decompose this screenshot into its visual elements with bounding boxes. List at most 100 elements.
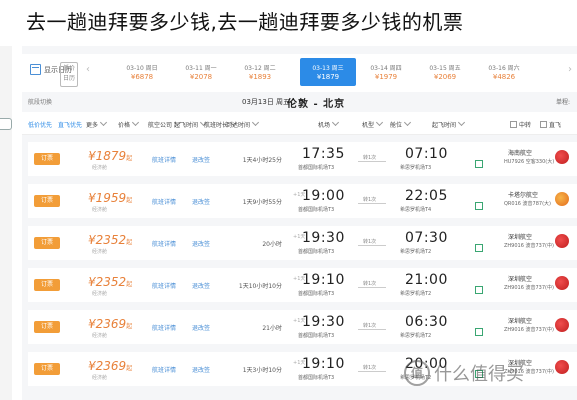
transfer-count: 转1次 — [363, 281, 377, 287]
price-value: ¥2352 — [88, 275, 127, 289]
flight-duration: 1天9小时55分 — [242, 199, 282, 206]
filter-link[interactable]: 直飞优先 — [58, 120, 82, 129]
filter-dropdown[interactable]: 到达时间 — [226, 118, 260, 129]
date-tab-price: ¥6878 — [130, 73, 154, 81]
price-value: ¥2369 — [88, 317, 127, 331]
chevron-down-icon — [99, 118, 108, 127]
seat-class: 经济舱 — [92, 291, 108, 297]
filter-dropdown[interactable]: 起飞时间 — [432, 118, 466, 129]
buy-button[interactable]: 订票 — [34, 321, 60, 333]
flight-detail-link[interactable]: 航班详情 — [152, 155, 176, 164]
airline-logo-icon — [555, 192, 569, 206]
transfer-count: 转1次 — [363, 323, 377, 329]
arrival-time: 19:00 — [302, 188, 345, 204]
arrival-time: 17:35 — [302, 146, 345, 162]
flight-row[interactable]: 订票 经济舱 航班详情 退改签 20小时 +1天 19:30 首都国际机场T3 转1次 07:30… — [28, 226, 577, 260]
filter-dropdown[interactable]: 机型 — [362, 118, 384, 129]
flight-detail-link[interactable]: 航班详情 — [152, 281, 176, 290]
flight-duration: 1天4小时25分 — [242, 157, 282, 164]
buy-button[interactable]: 订票 — [34, 279, 60, 291]
date-tab-price: ¥2078 — [189, 73, 213, 81]
arrival-airport: 首都国际机场T3 — [298, 333, 335, 339]
date-tab[interactable]: 03-16 周六 ¥4826 — [476, 58, 532, 86]
filter-dropdown[interactable]: 更多 — [86, 118, 108, 129]
buy-button[interactable]: 订票 — [34, 153, 60, 165]
checkbox-icon[interactable] — [540, 121, 547, 128]
flight-price: ¥2369起 — [88, 359, 132, 373]
side-tab-icon[interactable] — [0, 118, 12, 130]
refund-policy-link[interactable]: 退改签 — [192, 155, 210, 164]
share-flight-icon — [475, 202, 483, 210]
date-tab[interactable]: 03-14 周四 ¥1979 — [358, 58, 414, 86]
date-tab-price: ¥1879 — [316, 73, 340, 81]
article-title-bar: 去一趟迪拜要多少钱,去一趟迪拜要多少钱的机票 — [0, 0, 577, 46]
trip-type-label: 单程: — [556, 99, 571, 106]
arrival-airport: 首都国际机场T3 — [298, 375, 335, 381]
filter-label: 起飞时间 — [432, 122, 457, 129]
filter-label: 直飞优先 — [58, 122, 83, 129]
next-dates-arrow-icon[interactable]: › — [568, 64, 572, 75]
low-price-calendar-button[interactable]: 低价日历 — [60, 62, 78, 87]
departure-time: 22:05 — [405, 188, 448, 204]
filter-dropdown[interactable]: 价格 — [118, 118, 140, 129]
route-line — [358, 161, 386, 162]
date-tab-price: ¥2069 — [433, 73, 457, 81]
flight-detail-link[interactable]: 航班详情 — [152, 323, 176, 332]
route-bar: 航段切换 03月13日 周五 伦敦 - 北京 单程: — [22, 94, 577, 110]
buy-button[interactable]: 订票 — [34, 237, 60, 249]
departure-time: 07:30 — [405, 230, 448, 246]
date-tab[interactable]: 03-13 周三 ¥1879 — [300, 58, 356, 86]
departure-airport: 希思罗机场T4 — [400, 207, 432, 213]
flight-row[interactable]: 订票 经济舱 航班详情 退改签 1天10小时10分 +1天 19:10 首都国际机场T3 转1次… — [28, 268, 577, 302]
arrival-airport: 首都国际机场T3 — [298, 207, 335, 213]
filter-label: 更多 — [86, 122, 99, 129]
filter-label: 起飞时间 — [174, 122, 199, 129]
airline-name: 深圳航空 — [508, 234, 533, 241]
flight-price: ¥1879起 — [88, 149, 132, 163]
price-suffix: 起 — [126, 155, 133, 162]
filter-dropdown[interactable]: 起飞时间 — [174, 118, 208, 129]
filter-dropdown[interactable]: 机场 — [318, 118, 340, 129]
filter-dropdown[interactable]: 舱位 — [390, 118, 412, 129]
departure-airport: 希思罗机场T2 — [400, 291, 432, 297]
transfer-count: 转1次 — [363, 155, 377, 161]
refund-policy-link[interactable]: 退改签 — [192, 281, 210, 290]
date-tab[interactable]: 03-15 周五 ¥2069 — [417, 58, 473, 86]
flight-row[interactable]: 订票 经济舱 航班详情 退改签 21小时 +1天 19:30 首都国际机场T3 转1次 06:30… — [28, 310, 577, 344]
flight-price: ¥2352起 — [88, 275, 132, 289]
date-tab-date: 03-10 周日 — [126, 65, 158, 72]
departure-airport: 希思罗机场T2 — [400, 333, 432, 339]
flight-row[interactable]: 订票 经济舱 航班详情 退改签 1天9小时55分 +1天 19:00 首都国际机场T3 转1次 2… — [28, 184, 577, 218]
left-margin-strip — [0, 46, 12, 400]
flight-detail-link[interactable]: 航班详情 — [152, 239, 176, 248]
buy-button[interactable]: 订票 — [34, 363, 60, 375]
refund-policy-link[interactable]: 退改签 — [192, 239, 210, 248]
date-tab-date: 03-15 周五 — [429, 65, 461, 72]
filter-checkbox[interactable]: 直飞 — [540, 120, 561, 129]
segment-switch-link[interactable]: 航段切换 — [28, 97, 52, 106]
checkbox-icon[interactable] — [510, 121, 517, 128]
refund-policy-link[interactable]: 退改签 — [192, 365, 210, 374]
filter-label: 价格 — [118, 122, 131, 129]
airline-logo-icon — [555, 234, 569, 248]
date-tab[interactable]: 03-10 周日 ¥6878 — [114, 58, 170, 86]
watermark: 值 什么值得买 — [404, 360, 524, 386]
flight-number: ZH9016 波音737(中) — [504, 285, 554, 291]
buy-button[interactable]: 订票 — [34, 195, 60, 207]
date-tab[interactable]: 03-12 周二 ¥1893 — [232, 58, 288, 86]
transfer-count: 转1次 — [363, 197, 377, 203]
flight-row[interactable]: 订票 经济舱 航班详情 退改签 1天4小时25分 17:35 首都国际机场T3 转1次 07:1… — [28, 142, 577, 176]
date-tab[interactable]: 03-11 周一 ¥2078 — [173, 58, 229, 86]
flight-price: ¥1959起 — [88, 191, 132, 205]
airline-name: 卡塔尔航空 — [508, 192, 539, 199]
airline-logo-icon — [555, 276, 569, 290]
departure-airport: 希思罗机场T3 — [400, 165, 432, 171]
flight-detail-link[interactable]: 航班详情 — [152, 197, 176, 206]
filter-label: 航空公司 — [148, 122, 173, 129]
refund-policy-link[interactable]: 退改签 — [192, 323, 210, 332]
refund-policy-link[interactable]: 退改签 — [192, 197, 210, 206]
prev-dates-arrow-icon[interactable]: ‹ — [86, 64, 90, 75]
filter-link[interactable]: 低价优先 — [28, 120, 52, 129]
filter-checkbox[interactable]: 中转 — [510, 120, 531, 129]
flight-detail-link[interactable]: 航班详情 — [152, 365, 176, 374]
